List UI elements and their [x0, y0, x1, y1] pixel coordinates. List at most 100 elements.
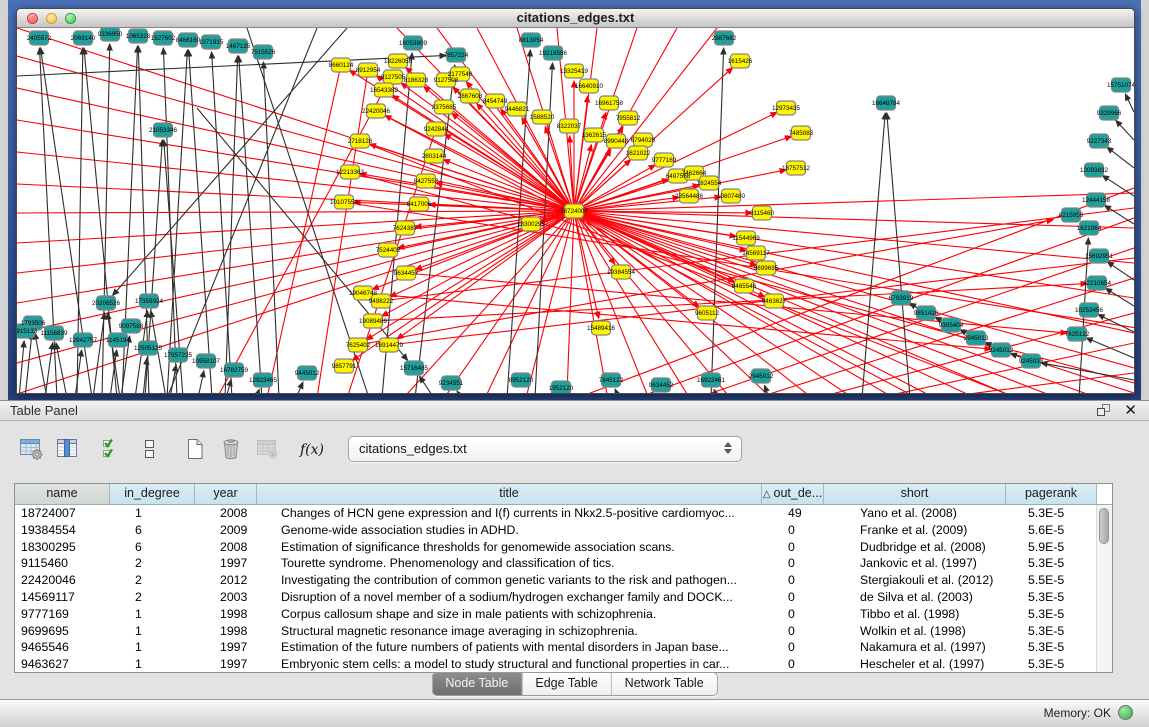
function-builder-button[interactable]: f(x) [298, 434, 328, 464]
table-cell[interactable]: Structural magnetic resonance image aver… [257, 623, 762, 640]
table-mode-button[interactable] [16, 434, 46, 464]
float-panel-icon[interactable] [1096, 403, 1112, 418]
table-cell[interactable]: Dudbridge et al. (2008) [824, 539, 1006, 556]
close-panel-icon[interactable]: ✕ [1124, 403, 1137, 418]
table-cell[interactable]: 0 [762, 656, 824, 673]
table-cell[interactable]: 2003 [195, 589, 257, 606]
column-header-pagerank[interactable]: pagerank [1006, 484, 1097, 504]
graph-edge[interactable] [574, 211, 847, 394]
table-cell[interactable]: 5.3E-5 [1006, 505, 1097, 522]
table-cell[interactable]: 5.5E-5 [1006, 572, 1097, 589]
graph-edge[interactable] [1107, 262, 1134, 280]
table-cell[interactable]: 0 [762, 572, 824, 589]
table-cell[interactable]: 18300295 [15, 539, 110, 556]
table-cell[interactable]: 1998 [195, 623, 257, 640]
column-header-short[interactable]: short [824, 484, 1006, 504]
table-cell[interactable]: Jankovic et al. (1997) [824, 555, 1006, 572]
table-cell[interactable]: 2009 [195, 522, 257, 539]
table-cell[interactable]: 0 [762, 555, 824, 572]
table-cell[interactable]: 1 [110, 505, 195, 522]
graph-edge[interactable] [75, 350, 82, 394]
table-cell[interactable]: 9777169 [15, 606, 110, 623]
table-row[interactable]: 1456911722003Disruption of a novel membe… [15, 589, 1112, 606]
graph-edge[interactable] [574, 28, 717, 211]
table-cell[interactable]: 22420046 [15, 572, 110, 589]
graph-edge[interactable] [711, 48, 724, 394]
table-cell[interactable]: 5.3E-5 [1006, 639, 1097, 656]
graph-edge[interactable] [574, 96, 588, 211]
table-cell[interactable]: 1 [110, 623, 195, 640]
graph-edge[interactable] [17, 55, 446, 76]
table-cell[interactable]: 0 [762, 589, 824, 606]
graph-edge[interactable] [225, 56, 238, 394]
table-cell[interactable]: Investigating the contribution of common… [257, 572, 762, 589]
select-all-columns-button[interactable] [98, 434, 128, 464]
graph-edge[interactable] [198, 371, 204, 394]
graph-edge[interactable] [256, 389, 259, 394]
table-cell[interactable]: 19384554 [15, 522, 110, 539]
table-cell[interactable]: 0 [762, 539, 824, 556]
table-cell[interactable]: 2 [110, 572, 195, 589]
table-cell[interactable]: Embryonic stem cells: a model to study s… [257, 656, 762, 673]
table-cell[interactable]: 5.3E-5 [1006, 589, 1097, 606]
table-cell[interactable]: 2012 [195, 572, 257, 589]
graph-edge[interactable] [1116, 120, 1134, 140]
table-cell[interactable]: 1997 [195, 656, 257, 673]
delete-column-button[interactable] [216, 434, 246, 464]
graph-edge[interactable] [167, 28, 317, 394]
table-cell[interactable]: 5.3E-5 [1006, 656, 1097, 673]
create-column-button[interactable] [180, 434, 210, 464]
table-row[interactable]: 1830029562008Estimation of significance … [15, 539, 1112, 556]
table-cell[interactable]: 1 [110, 606, 195, 623]
network-view-frame[interactable]: citations_edges.txt 18724007866012489129… [16, 8, 1135, 394]
table-cell[interactable]: 14569117 [15, 589, 110, 606]
table-row[interactable]: 911546021997Tourette syndrome. Phenomeno… [15, 555, 1112, 572]
table-cell[interactable]: 0 [762, 606, 824, 623]
column-header-name[interactable]: name [15, 484, 110, 504]
close-window-icon[interactable] [27, 13, 38, 24]
table-row[interactable]: 969969511998Structural magnetic resonanc… [15, 623, 1112, 640]
zoom-window-icon[interactable] [65, 13, 76, 24]
table-cell[interactable]: Corpus callosum shape and size in male p… [257, 606, 762, 623]
table-cell[interactable]: 5.3E-5 [1006, 606, 1097, 623]
table-cell[interactable]: 9699695 [15, 623, 110, 640]
memory-status[interactable]: Memory: OK [1044, 705, 1133, 720]
graph-edge[interactable] [212, 52, 232, 394]
graph-edge[interactable] [574, 193, 1134, 211]
table-selector-dropdown[interactable]: citations_edges.txt [348, 436, 742, 462]
network-canvas[interactable]: 1872400786601248912954182260589127505165… [17, 28, 1134, 394]
tab-edge-table[interactable]: Edge Table [521, 673, 610, 695]
table-cell[interactable]: Hescheler et al. (1997) [824, 656, 1006, 673]
table-cell[interactable]: 9465546 [15, 639, 110, 656]
graph-edge[interactable] [420, 376, 434, 394]
graph-edge[interactable] [574, 145, 591, 211]
graph-edge[interactable] [1102, 175, 1134, 196]
table-cell[interactable]: 18724007 [15, 505, 110, 522]
column-header-title[interactable]: title [257, 484, 762, 504]
graph-edge[interactable] [296, 382, 303, 394]
table-cell[interactable]: 5.3E-5 [1006, 623, 1097, 640]
row-selection-button[interactable] [134, 434, 164, 464]
table-cell[interactable]: Tibbo et al. (1998) [824, 606, 1006, 623]
table-cell[interactable]: 1 [110, 656, 195, 673]
graph-edge[interactable] [25, 333, 32, 394]
table-row[interactable]: 1938455462009Genome-wide association stu… [15, 522, 1112, 539]
table-cell[interactable]: Yano et al. (2008) [824, 505, 1006, 522]
column-header-year[interactable]: year [195, 484, 257, 504]
graph-edge[interactable] [189, 50, 212, 394]
graph-edge[interactable] [17, 211, 574, 213]
citation-network-graph[interactable]: 1872400786601248912954182260589127505165… [17, 28, 1134, 394]
table-cell[interactable]: Estimation of significance thresholds fo… [257, 539, 762, 556]
graph-edge[interactable] [1125, 94, 1134, 112]
tab-network-table[interactable]: Network Table [611, 673, 717, 695]
table-cell[interactable]: 0 [762, 623, 824, 640]
scrollbar-thumb[interactable] [1099, 508, 1109, 544]
table-cell[interactable]: Changes of HCN gene expression and I(f) … [257, 505, 762, 522]
table-cell[interactable]: Wolkin et al. (1998) [824, 623, 1006, 640]
table-cell[interactable]: 2 [110, 589, 195, 606]
column-header-in_degree[interactable]: in_degree [110, 484, 195, 504]
table-cell[interactable]: 1997 [195, 555, 257, 572]
table-row[interactable]: 2242004622012Investigating the contribut… [15, 572, 1112, 589]
minimize-window-icon[interactable] [46, 13, 57, 24]
table-cell[interactable]: 0 [762, 639, 824, 656]
